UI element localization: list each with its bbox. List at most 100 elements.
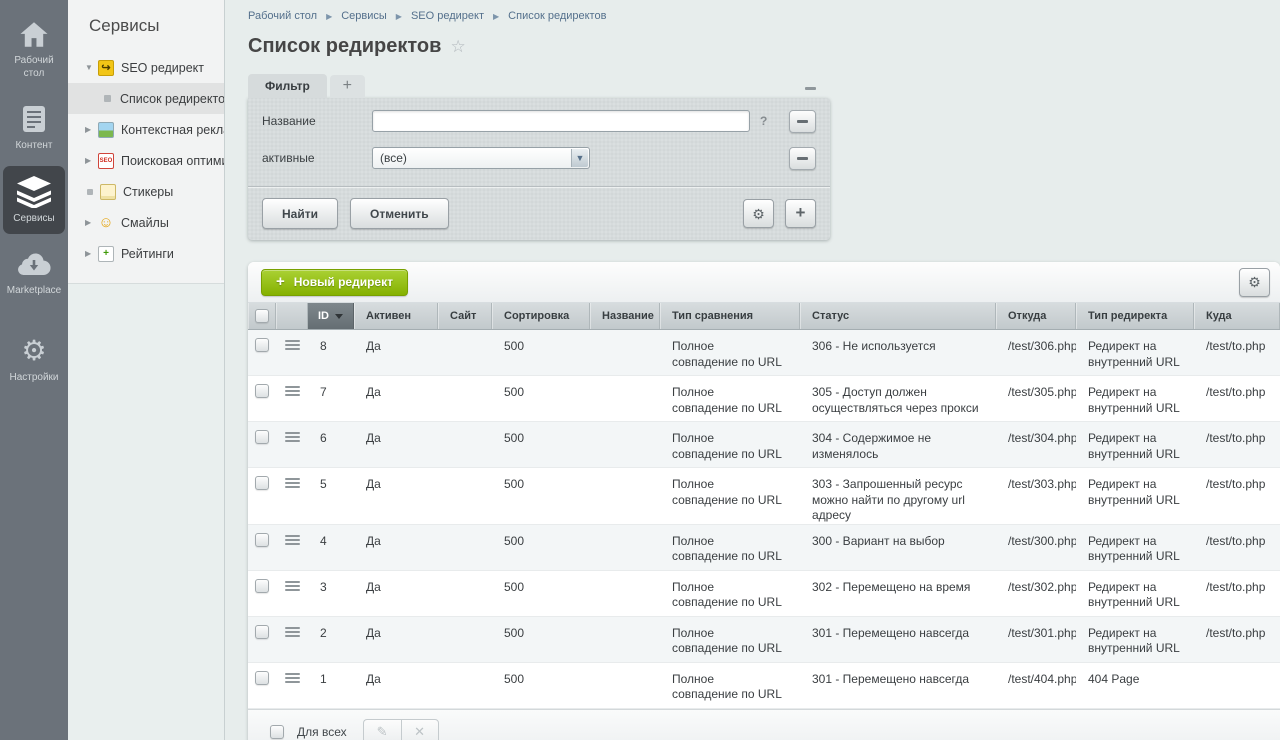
sidebar-item-settings[interactable]: ⚙ Настройки [3, 325, 65, 394]
chevron-right-icon[interactable]: ▶ [85, 218, 98, 227]
row-actions-menu-icon[interactable] [285, 535, 300, 570]
menu-item-seo-redirect[interactable]: ▼ ↪ SEO редирект [68, 52, 224, 83]
column-header-name[interactable]: Название [590, 303, 660, 329]
breadcrumb-item[interactable]: Сервисы [341, 10, 387, 22]
row-menu-cell [276, 571, 308, 616]
row-checkbox[interactable] [255, 533, 269, 547]
cancel-button[interactable]: Отменить [350, 198, 449, 229]
table-row[interactable]: 8Да500Полное совпадение по URL306 - Не и… [248, 330, 1280, 376]
row-checkbox[interactable] [255, 430, 269, 444]
column-header-sort[interactable]: Сортировка [492, 303, 590, 329]
select-all-header [248, 303, 276, 329]
edit-selected-button[interactable]: ✎ [363, 719, 401, 740]
sidebar-item-desktop[interactable]: Рабочий стол [3, 8, 65, 89]
cell-sort: 500 [492, 617, 590, 662]
cell-redirect-type: 404 Page [1076, 663, 1194, 708]
cell-redirect-type: Редирект на внутренний URL [1076, 571, 1194, 616]
row-actions-menu-icon[interactable] [285, 673, 300, 708]
row-actions-menu-icon[interactable] [285, 478, 300, 524]
content-icon [5, 103, 63, 135]
remove-field-button[interactable] [789, 110, 816, 133]
bullet-icon [104, 95, 111, 102]
table-row[interactable]: 2Да500Полное совпадение по URL301 - Пере… [248, 617, 1280, 663]
menu-item-contextual-ads[interactable]: ▶ Контекстная реклама [68, 114, 224, 145]
remove-field-button[interactable] [789, 147, 816, 170]
menu-item-stickers[interactable]: Стикеры [68, 176, 224, 207]
cell-status: 304 - Содержимое не изменялось [800, 422, 996, 467]
cell-sort: 500 [492, 663, 590, 708]
filter-settings-gear-icon[interactable]: ⚙ [743, 199, 774, 228]
sidebar-item-marketplace[interactable]: Marketplace [3, 238, 65, 307]
tab-filter[interactable]: Фильтр [248, 74, 327, 98]
menu-item-redirect-list[interactable]: Список редиректов [68, 83, 224, 114]
chevron-down-icon[interactable]: ▼ [85, 63, 98, 72]
help-icon[interactable]: ? [760, 114, 767, 128]
table-row[interactable]: 6Да500Полное совпадение по URL304 - Соде… [248, 422, 1280, 468]
column-header-to[interactable]: Куда [1194, 303, 1280, 329]
sidebar-item-content[interactable]: Контент [3, 93, 65, 162]
cell-match-type: Полное совпадение по URL [660, 571, 800, 616]
row-checkbox[interactable] [255, 338, 269, 352]
sidebar-item-services[interactable]: Сервисы [3, 166, 65, 235]
row-checkbox[interactable] [255, 384, 269, 398]
filter-block: Фильтр + Название ? активные (все) [248, 74, 830, 240]
chevron-right-icon[interactable]: ▶ [85, 249, 98, 258]
column-header-active[interactable]: Активен [354, 303, 438, 329]
chevron-right-icon[interactable]: ▶ [85, 156, 98, 165]
add-filter-tab[interactable]: + [330, 75, 365, 98]
row-checkbox[interactable] [255, 625, 269, 639]
cell-redirect-type: Редирект на внутренний URL [1076, 468, 1194, 524]
actions-column-header [276, 303, 308, 329]
new-redirect-button[interactable]: + Новый редирект [261, 269, 408, 296]
bullet-icon [87, 189, 93, 195]
collapse-filter-icon[interactable] [805, 87, 816, 90]
cell-active: Да [354, 617, 438, 662]
for-all-checkbox[interactable] [270, 725, 284, 739]
grid-settings-gear-icon[interactable]: ⚙ [1239, 268, 1270, 297]
find-button[interactable]: Найти [262, 198, 338, 229]
row-select-cell [248, 376, 276, 421]
menu-items: ▼ ↪ SEO редирект Список редиректов ▶ Кон… [68, 52, 224, 269]
table-row[interactable]: 1Да500Полное совпадение по URL301 - Пере… [248, 663, 1280, 709]
row-actions-menu-icon[interactable] [285, 386, 300, 421]
column-header-site[interactable]: Сайт [438, 303, 492, 329]
column-header-status[interactable]: Статус [800, 303, 996, 329]
table-row[interactable]: 4Да500Полное совпадение по URL300 - Вари… [248, 525, 1280, 571]
add-filter-field-button[interactable]: + [785, 199, 816, 228]
cell-status: 300 - Вариант на выбор [800, 525, 996, 570]
row-actions-menu-icon[interactable] [285, 340, 300, 375]
column-header-from[interactable]: Откуда [996, 303, 1076, 329]
breadcrumb-item[interactable]: Рабочий стол [248, 10, 317, 22]
menu-item-seo-optimization[interactable]: ▶ SEO Поисковая оптимизация [68, 145, 224, 176]
column-header-id[interactable]: ID [308, 303, 354, 329]
cell-site [438, 663, 492, 708]
row-actions-menu-icon[interactable] [285, 432, 300, 467]
select-all-checkbox[interactable] [255, 309, 269, 323]
row-checkbox[interactable] [255, 671, 269, 685]
menu-item-smileys[interactable]: ▶ ☺ Смайлы [68, 207, 224, 238]
favorite-star-icon[interactable]: ☆ [450, 37, 465, 57]
cell-redirect-type: Редирект на внутренний URL [1076, 376, 1194, 421]
row-checkbox[interactable] [255, 579, 269, 593]
page-title: Список редиректов [248, 35, 441, 58]
table-row[interactable]: 7Да500Полное совпадение по URL305 - Дост… [248, 376, 1280, 422]
column-header-redirect-type[interactable]: Тип редиректа [1076, 303, 1194, 329]
table-row[interactable]: 5Да500Полное совпадение по URL303 - Запр… [248, 468, 1280, 525]
row-actions-menu-icon[interactable] [285, 627, 300, 662]
column-header-match-type[interactable]: Тип сравнения [660, 303, 800, 329]
table-row[interactable]: 3Да500Полное совпадение по URL302 - Пере… [248, 571, 1280, 617]
row-select-cell [248, 468, 276, 524]
menu-item-ratings[interactable]: ▶ + Рейтинги [68, 238, 224, 269]
active-filter-select[interactable]: (все) ▼ [372, 147, 590, 169]
breadcrumb-item[interactable]: SEO редирект [411, 10, 484, 22]
grid-body: 8Да500Полное совпадение по URL306 - Не и… [248, 330, 1280, 709]
delete-selected-button[interactable]: ✕ [401, 719, 439, 740]
cell-to: /test/to.php [1194, 468, 1280, 524]
chevron-right-icon[interactable]: ▶ [85, 125, 98, 134]
app-window: Рабочий стол Контент Сервисы Marketplace… [0, 0, 1280, 740]
name-filter-input[interactable] [372, 110, 750, 132]
row-checkbox[interactable] [255, 476, 269, 490]
row-actions-menu-icon[interactable] [285, 581, 300, 616]
contextual-ads-icon [98, 122, 114, 138]
breadcrumb-item[interactable]: Список редиректов [508, 10, 606, 22]
